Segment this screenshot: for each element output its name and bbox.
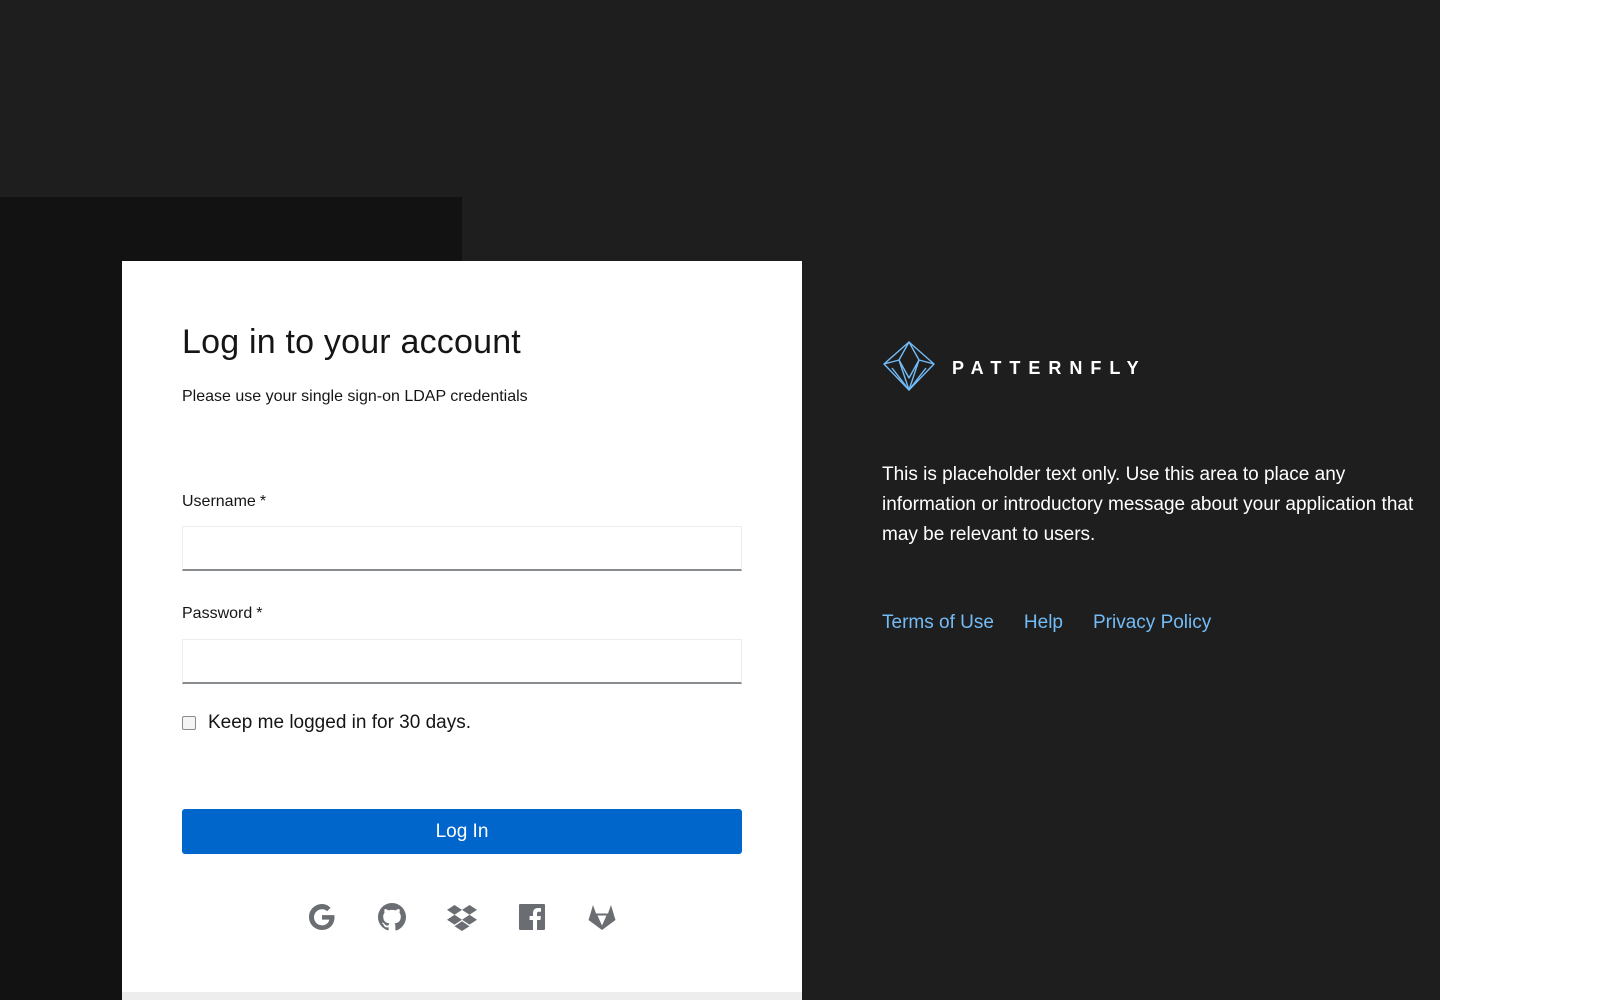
- login-subtitle: Please use your single sign-on LDAP cred…: [182, 388, 528, 405]
- username-label-text: Username: [182, 493, 256, 510]
- password-label-text: Password: [182, 605, 253, 622]
- required-marker: *: [259, 493, 267, 510]
- info-text: This is placeholder text only. Use this …: [882, 464, 1414, 545]
- facebook-icon: [519, 904, 545, 930]
- remember-me-row: Keep me logged in for 30 days.: [182, 712, 471, 734]
- footer-links: Terms of Use Help Privacy Policy: [882, 612, 1211, 634]
- remember-me-label[interactable]: Keep me logged in for 30 days.: [208, 712, 471, 734]
- social-login-links: [182, 901, 742, 933]
- login-page-background: Log in to your account Please use your s…: [0, 0, 1440, 1000]
- card-footer-strip: [122, 992, 802, 1000]
- dropbox-login-button[interactable]: [446, 901, 478, 933]
- brand: PATTERNFLY: [882, 340, 1147, 397]
- password-label: Password *: [182, 605, 262, 623]
- terms-of-use-link[interactable]: Terms of Use: [882, 612, 994, 634]
- github-login-button[interactable]: [376, 901, 408, 933]
- brand-name: PATTERNFLY: [952, 358, 1147, 378]
- login-button[interactable]: Log In: [182, 809, 742, 854]
- password-input[interactable]: [182, 639, 742, 684]
- username-input[interactable]: [182, 526, 742, 571]
- username-label: Username *: [182, 493, 266, 511]
- patternfly-logo-icon: [882, 340, 936, 397]
- help-link[interactable]: Help: [1024, 612, 1063, 634]
- page-title: Log in to your account: [182, 323, 521, 361]
- dropbox-icon: [447, 905, 477, 931]
- remember-me-checkbox[interactable]: [182, 716, 196, 730]
- required-marker: *: [256, 605, 263, 622]
- privacy-policy-link[interactable]: Privacy Policy: [1093, 612, 1211, 634]
- github-icon: [378, 903, 406, 931]
- gitlab-icon: [588, 905, 616, 930]
- facebook-login-button[interactable]: [516, 901, 548, 933]
- gitlab-login-button[interactable]: [586, 901, 618, 933]
- google-login-button[interactable]: [306, 901, 338, 933]
- login-card: Log in to your account Please use your s…: [122, 261, 802, 1000]
- google-icon: [309, 904, 335, 930]
